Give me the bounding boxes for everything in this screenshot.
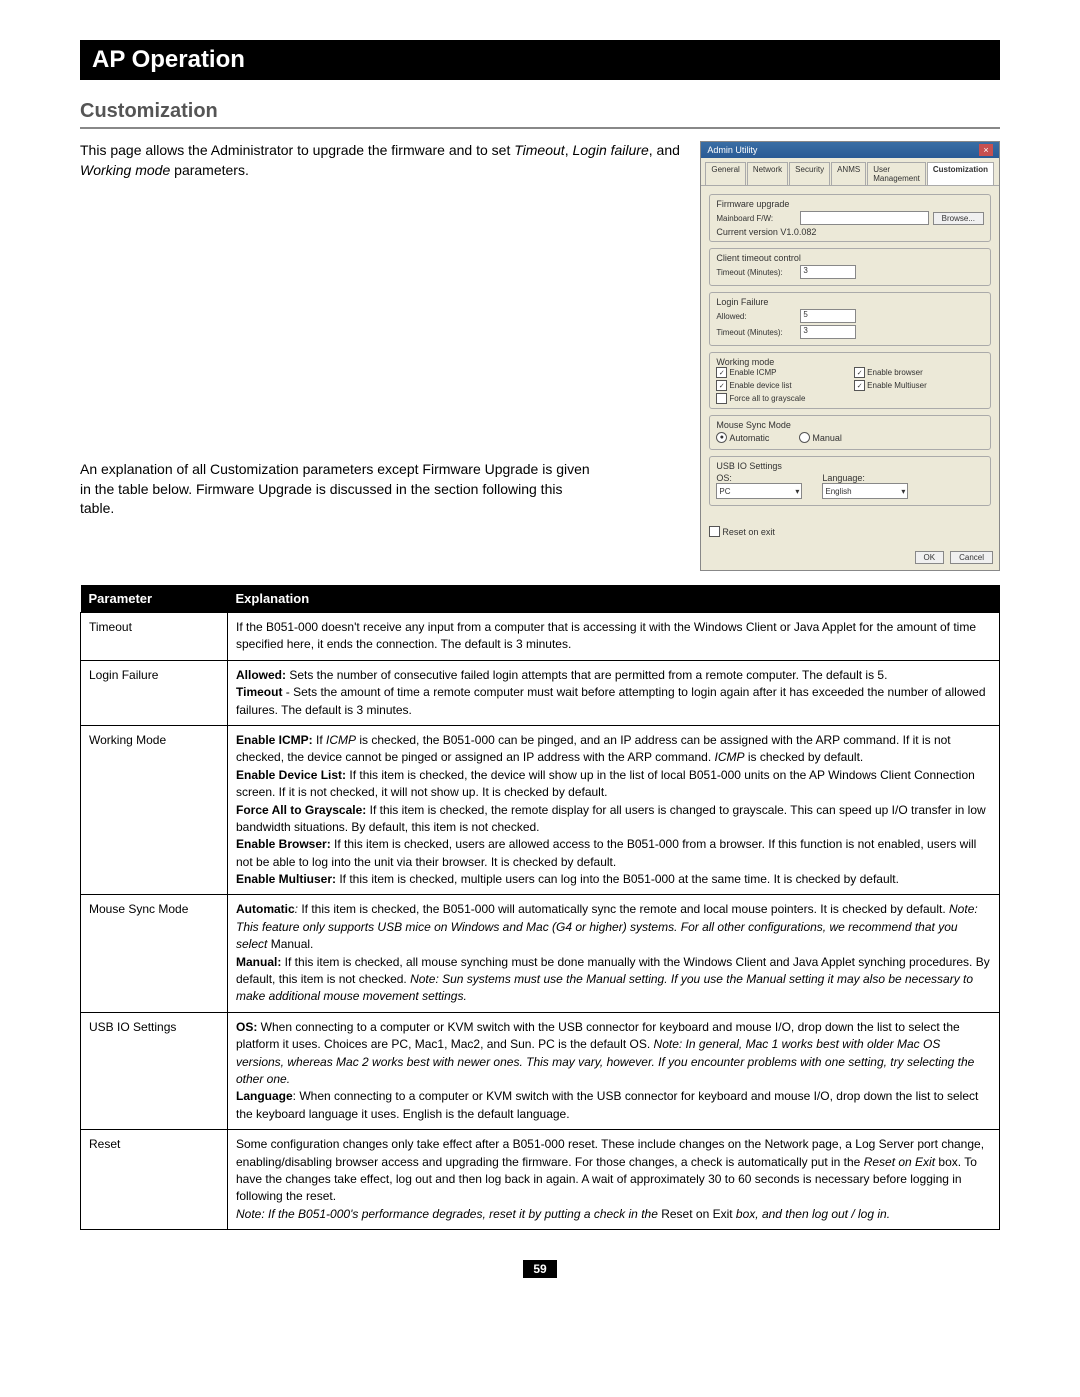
group-label: Working mode bbox=[716, 357, 984, 367]
group-mouse-sync: Mouse Sync Mode ●Automatic Manual bbox=[709, 415, 991, 450]
param-cell: Login Failure bbox=[81, 660, 228, 725]
allowed-input[interactable]: 5 bbox=[800, 309, 856, 323]
param-cell: USB IO Settings bbox=[81, 1012, 228, 1129]
group-timeout: Client timeout control Timeout (Minutes)… bbox=[709, 248, 991, 286]
page-title: AP Operation bbox=[80, 40, 1000, 80]
page-number: 59 bbox=[523, 1260, 556, 1278]
os-select[interactable]: PC▾ bbox=[716, 483, 802, 499]
check-label: Force all to grayscale bbox=[729, 394, 805, 403]
check-multiuser[interactable]: ✓ bbox=[854, 380, 865, 391]
fw-file-input[interactable] bbox=[800, 211, 928, 225]
dialog-title: Admin Utility bbox=[707, 145, 757, 155]
param-cell: Working Mode bbox=[81, 725, 228, 895]
group-working-mode: Working mode ✓Enable ICMP ✓Enable browse… bbox=[709, 352, 991, 409]
check-reset-on-exit[interactable] bbox=[709, 526, 720, 537]
tab-network[interactable]: Network bbox=[747, 162, 788, 185]
tab-customization[interactable]: Customization bbox=[927, 162, 994, 185]
group-firmware: Firmware upgrade Mainboard F/W: Browse..… bbox=[709, 194, 991, 242]
check-grayscale[interactable] bbox=[716, 393, 727, 404]
table-row: Working ModeEnable ICMP: If ICMP is chec… bbox=[81, 725, 1000, 895]
explanation-cell: Automatic: If this item is checked, the … bbox=[228, 895, 1000, 1012]
group-label: Login Failure bbox=[716, 297, 984, 307]
check-label: Reset on exit bbox=[722, 527, 775, 537]
admin-utility-dialog: Admin Utility × General Network Security… bbox=[700, 141, 1000, 571]
radio-auto[interactable]: ● bbox=[716, 432, 727, 443]
param-cell: Reset bbox=[81, 1130, 228, 1230]
group-usb-io: USB IO Settings OS: PC▾ Language: Englis… bbox=[709, 456, 991, 506]
timeout-input[interactable]: 3 bbox=[800, 265, 856, 279]
tab-user-management[interactable]: User Management bbox=[867, 162, 926, 185]
table-header-parameter: Parameter bbox=[81, 585, 228, 613]
param-cell: Timeout bbox=[81, 613, 228, 661]
radio-label: Automatic bbox=[729, 433, 769, 443]
explanation-cell: Some configuration changes only take eff… bbox=[228, 1130, 1000, 1230]
chevron-down-icon: ▾ bbox=[901, 487, 905, 496]
table-row: Login FailureAllowed: Sets the number of… bbox=[81, 660, 1000, 725]
language-select[interactable]: English▾ bbox=[822, 483, 908, 499]
tab-anms[interactable]: ANMS bbox=[831, 162, 866, 185]
check-label: Enable Multiuser bbox=[867, 381, 927, 390]
table-header-explanation: Explanation bbox=[228, 585, 1000, 613]
table-row: ResetSome configuration changes only tak… bbox=[81, 1130, 1000, 1230]
intro-paragraph: This page allows the Administrator to up… bbox=[80, 141, 680, 180]
check-browser[interactable]: ✓ bbox=[854, 367, 865, 378]
group-label: Mouse Sync Mode bbox=[716, 420, 984, 430]
explanation-cell: OS: When connecting to a computer or KVM… bbox=[228, 1012, 1000, 1129]
explanation-cell: Enable ICMP: If ICMP is checked, the B05… bbox=[228, 725, 1000, 895]
group-label: USB IO Settings bbox=[716, 461, 984, 471]
table-row: TimeoutIf the B051-000 doesn't receive a… bbox=[81, 613, 1000, 661]
check-label: Enable device list bbox=[729, 381, 791, 390]
radio-manual[interactable] bbox=[799, 432, 810, 443]
table-row: USB IO SettingsOS: When connecting to a … bbox=[81, 1012, 1000, 1129]
group-label: Firmware upgrade bbox=[716, 199, 984, 209]
tab-security[interactable]: Security bbox=[789, 162, 830, 185]
dialog-tabs: General Network Security ANMS User Manag… bbox=[701, 158, 999, 186]
check-icmp[interactable]: ✓ bbox=[716, 367, 727, 378]
explanation-cell: Allowed: Sets the number of consecutive … bbox=[228, 660, 1000, 725]
cancel-button[interactable]: Cancel bbox=[950, 551, 993, 564]
intro-followup: An explanation of all Customization para… bbox=[80, 460, 600, 519]
explanation-cell: If the B051-000 doesn't receive any inpu… bbox=[228, 613, 1000, 661]
check-label: Enable ICMP bbox=[729, 368, 776, 377]
tab-general[interactable]: General bbox=[705, 162, 745, 185]
language-label: Language: bbox=[822, 473, 908, 483]
timeout-label: Timeout (Minutes): bbox=[716, 268, 796, 277]
fw-current-version: Current version V1.0.082 bbox=[716, 227, 984, 237]
login-timeout-input[interactable]: 3 bbox=[800, 325, 856, 339]
group-login-failure: Login Failure Allowed: 5 Timeout (Minutes… bbox=[709, 292, 991, 346]
fw-file-label: Mainboard F/W: bbox=[716, 214, 796, 223]
radio-label: Manual bbox=[812, 433, 842, 443]
login-timeout-label: Timeout (Minutes): bbox=[716, 328, 796, 337]
check-label: Enable browser bbox=[867, 368, 923, 377]
section-subtitle: Customization bbox=[80, 100, 1000, 129]
close-icon[interactable]: × bbox=[979, 144, 993, 156]
parameter-table: Parameter Explanation TimeoutIf the B051… bbox=[80, 585, 1000, 1230]
param-cell: Mouse Sync Mode bbox=[81, 895, 228, 1012]
ok-button[interactable]: OK bbox=[915, 551, 945, 564]
check-device-list[interactable]: ✓ bbox=[716, 380, 727, 391]
chevron-down-icon: ▾ bbox=[795, 487, 799, 496]
os-label: OS: bbox=[716, 473, 802, 483]
browse-button[interactable]: Browse... bbox=[933, 212, 984, 225]
table-row: Mouse Sync ModeAutomatic: If this item i… bbox=[81, 895, 1000, 1012]
allowed-label: Allowed: bbox=[716, 312, 796, 321]
group-label: Client timeout control bbox=[716, 253, 984, 263]
